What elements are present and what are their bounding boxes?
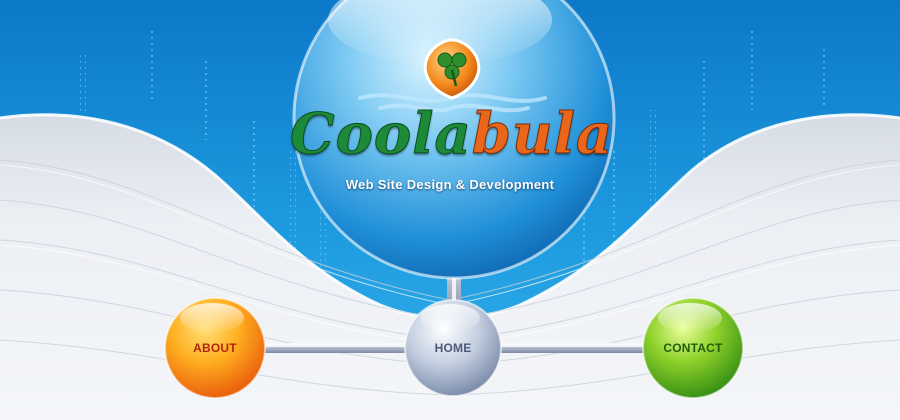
brand-title-accent: bula (471, 101, 614, 167)
landing-page: Coolabula Web Site Design & Development … (0, 0, 900, 420)
brand-title-main: Coola (290, 101, 472, 167)
brand-logo-text: Coolabula (290, 101, 614, 167)
nav-contact-button[interactable] (643, 298, 743, 398)
nav-home-button[interactable] (405, 300, 501, 396)
nav-about-button[interactable] (165, 298, 265, 398)
brand-tagline: Web Site Design & Development (345, 177, 555, 192)
